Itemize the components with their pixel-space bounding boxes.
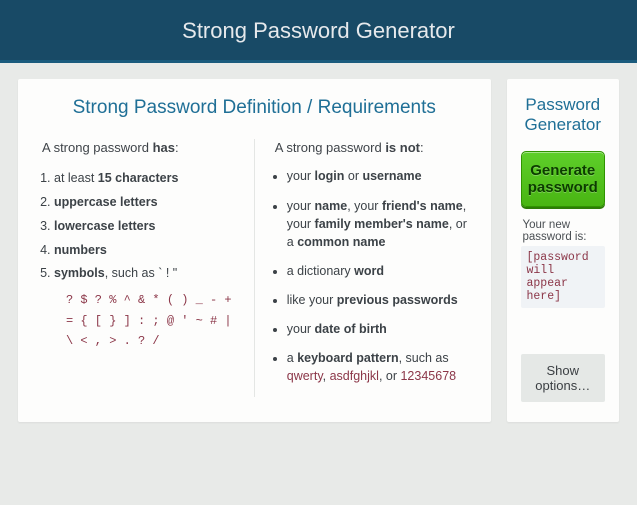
not-item-keyboard: a keyboard pattern, such as qwerty, asdf… bbox=[287, 349, 473, 385]
not-item-login: your login or username bbox=[287, 167, 473, 185]
page-header: Strong Password Generator bbox=[0, 0, 637, 63]
not-lead: A strong password is not: bbox=[275, 139, 473, 158]
password-output: [password will appear here] bbox=[521, 246, 606, 308]
page-title: Strong Password Generator bbox=[182, 18, 455, 43]
has-item-lowercase: lowercase letters bbox=[54, 215, 240, 239]
generator-card: Password Generator Generate password You… bbox=[507, 79, 620, 422]
has-lead: A strong password has: bbox=[42, 139, 240, 158]
not-item-dictionary: a dictionary word bbox=[287, 262, 473, 280]
has-column: A strong password has: at least 15 chara… bbox=[36, 139, 240, 397]
has-item-symbols: symbols, such as ` ! " ? $ ? % ^ & * ( )… bbox=[54, 262, 240, 351]
has-list: at least 15 characters uppercase letters… bbox=[36, 167, 240, 351]
not-item-dob: your date of birth bbox=[287, 320, 473, 338]
not-item-names: your name, your friend's name, your fami… bbox=[287, 197, 473, 251]
show-options-button[interactable]: Show options… bbox=[521, 354, 606, 402]
output-label: Your new password is: bbox=[523, 219, 606, 243]
column-divider bbox=[254, 139, 255, 397]
not-item-previous: like your previous passwords bbox=[287, 291, 473, 309]
not-list: your login or username your name, your f… bbox=[269, 167, 473, 385]
definition-card: Strong Password Definition / Requirement… bbox=[18, 79, 491, 422]
generate-button[interactable]: Generate password bbox=[521, 151, 606, 207]
has-item-numbers: numbers bbox=[54, 239, 240, 263]
has-item-characters: at least 15 characters bbox=[54, 167, 240, 191]
definition-title: Strong Password Definition / Requirement… bbox=[36, 95, 473, 121]
has-item-uppercase: uppercase letters bbox=[54, 191, 240, 215]
symbols-examples: ? $ ? % ^ & * ( ) _ - + = { [ } ] : ; @ … bbox=[66, 290, 240, 351]
not-column: A strong password is not: your login or … bbox=[269, 139, 473, 397]
generator-title: Password Generator bbox=[521, 95, 606, 135]
main-content: Strong Password Definition / Requirement… bbox=[0, 63, 637, 438]
definition-columns: A strong password has: at least 15 chara… bbox=[36, 139, 473, 397]
